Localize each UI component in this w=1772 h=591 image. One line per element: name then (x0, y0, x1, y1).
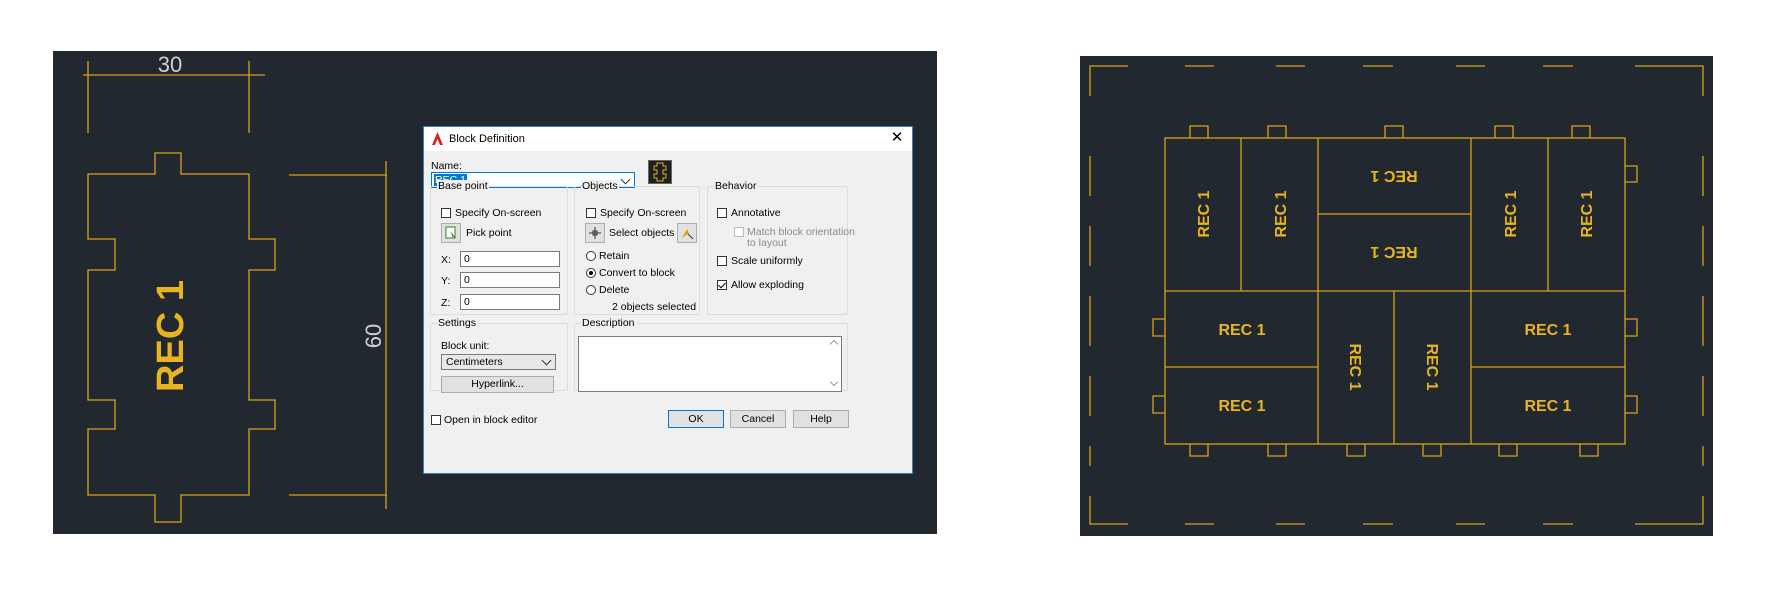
scroll-up-icon[interactable] (829, 339, 839, 349)
pick-point-icon[interactable] (441, 223, 461, 243)
dim-width-text: 30 (158, 52, 182, 77)
block-definition-dialog: Block Definition ✕ Name: REC 1 Base poin… (423, 126, 913, 474)
description-title: Description (581, 317, 636, 329)
block-unit-select[interactable]: Centimeters (441, 354, 556, 370)
x-label: X: (441, 254, 451, 266)
block-label-8: REC 1 (1218, 398, 1265, 415)
convert-to-block-radio[interactable] (586, 268, 596, 278)
allow-exploding-checkbox[interactable] (717, 280, 727, 290)
block-unit-label: Block unit: (441, 340, 490, 352)
autocad-logo-icon (432, 132, 443, 145)
hyperlink-button[interactable]: Hyperlink... (441, 376, 554, 393)
block-label-2: REC 1 (1273, 190, 1290, 237)
x-field[interactable]: 0 (460, 251, 560, 267)
convert-to-block-label: Convert to block (599, 267, 675, 279)
retain-label: Retain (599, 250, 630, 262)
dialog-title: Block Definition (449, 133, 525, 145)
block-label-3: REC 1 (1370, 167, 1417, 184)
name-label: Name: (431, 160, 462, 172)
retain-radio[interactable] (586, 251, 596, 261)
y-field[interactable]: 0 (460, 272, 560, 288)
objects-specify-onscreen-checkbox[interactable] (586, 208, 596, 218)
ok-button[interactable]: OK (668, 410, 724, 428)
base-point-title: Base point (437, 180, 489, 192)
block-label-4: REC 1 (1370, 243, 1417, 260)
allow-exploding-label: Allow exploding (731, 279, 804, 291)
annotative-checkbox[interactable] (717, 208, 727, 218)
dim-height-text: 60 (361, 324, 386, 348)
select-objects-button[interactable]: Select objects (609, 227, 674, 239)
objects-specify-onscreen-label: Specify On-screen (600, 207, 687, 219)
block-label-12: REC 1 (1524, 398, 1571, 415)
chevron-down-icon (541, 355, 552, 366)
scroll-down-icon[interactable] (829, 377, 839, 387)
base-specify-onscreen-label: Specify On-screen (455, 207, 542, 219)
cancel-button[interactable]: Cancel (730, 410, 786, 428)
z-field[interactable]: 0 (460, 294, 560, 310)
block-label-9: REC 1 (1346, 343, 1363, 390)
block-preview-icon (648, 160, 672, 184)
open-in-editor-checkbox[interactable] (431, 415, 441, 425)
delete-radio[interactable] (586, 285, 596, 295)
block-label-text: REC 1 (150, 280, 192, 392)
block-label-10: REC 1 (1423, 343, 1440, 390)
block-unit-value: Centimeters (446, 356, 503, 368)
objects-title: Objects (581, 180, 619, 192)
block-label-6: REC 1 (1579, 190, 1596, 237)
block-label-5: REC 1 (1503, 190, 1520, 237)
match-orientation-checkbox[interactable] (734, 227, 744, 237)
select-objects-icon[interactable] (585, 223, 605, 243)
behavior-group: Behavior (707, 180, 848, 315)
quick-select-icon[interactable] (677, 223, 697, 243)
selected-count: 2 objects selected (612, 301, 697, 313)
pick-point-button[interactable]: Pick point (466, 227, 512, 239)
help-button[interactable]: Help (793, 410, 849, 428)
sheet-border (1089, 65, 1704, 525)
block-label-1: REC 1 (1196, 190, 1213, 237)
cad-viewport-right[interactable]: REC 1 REC 1 REC 1 REC 1 REC 1 REC 1 REC … (1080, 56, 1713, 536)
y-label: Y: (441, 275, 451, 287)
description-textarea[interactable] (578, 336, 842, 392)
settings-title: Settings (437, 317, 477, 329)
scale-uniformly-label: Scale uniformly (731, 255, 803, 267)
block-label-11: REC 1 (1524, 322, 1571, 339)
block-label-7: REC 1 (1218, 322, 1265, 339)
behavior-title: Behavior (714, 180, 758, 192)
annotative-label: Annotative (731, 207, 781, 219)
base-specify-onscreen-checkbox[interactable] (441, 208, 451, 218)
match-orientation-label-2: to layout (747, 237, 787, 249)
z-label: Z: (441, 297, 451, 309)
dialog-titlebar[interactable]: Block Definition ✕ (424, 127, 912, 151)
description-scrollbar[interactable] (829, 339, 839, 389)
close-icon[interactable]: ✕ (888, 129, 906, 147)
scale-uniformly-checkbox[interactable] (717, 256, 727, 266)
cad-drawing-right: REC 1 REC 1 REC 1 REC 1 REC 1 REC 1 REC … (1089, 65, 1704, 525)
delete-label: Delete (599, 284, 630, 296)
open-in-editor-label: Open in block editor (444, 414, 538, 426)
chevron-down-icon[interactable] (620, 174, 631, 185)
